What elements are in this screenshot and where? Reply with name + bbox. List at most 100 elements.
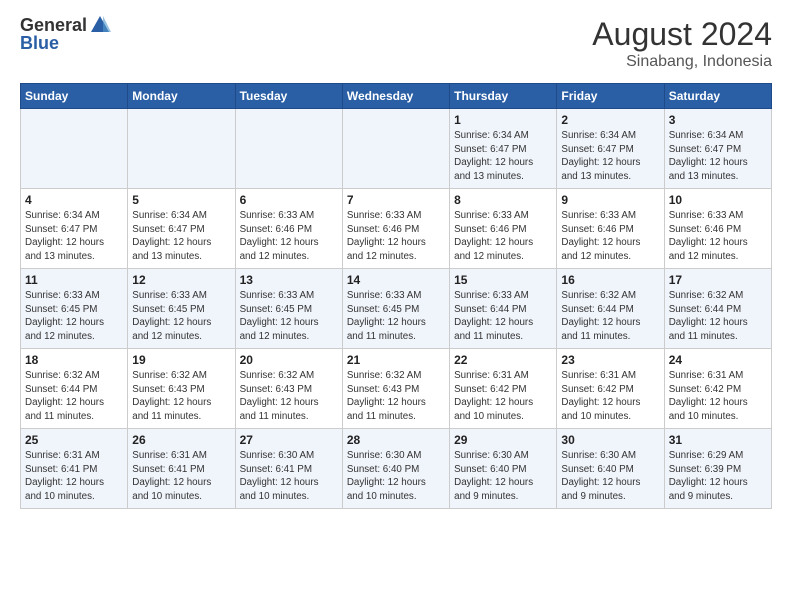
day-number: 28 bbox=[347, 433, 445, 447]
day-number: 9 bbox=[561, 193, 659, 207]
day-info: Sunrise: 6:33 AM Sunset: 6:46 PM Dayligh… bbox=[454, 209, 552, 264]
title-block: August 2024 Sinabang, Indonesia bbox=[592, 16, 772, 71]
day-info: Sunrise: 6:33 AM Sunset: 6:44 PM Dayligh… bbox=[454, 289, 552, 344]
calendar-cell: 6 Sunrise: 6:33 AM Sunset: 6:46 PM Daylig… bbox=[235, 189, 342, 269]
day-info: Sunrise: 6:32 AM Sunset: 6:44 PM Dayligh… bbox=[25, 369, 123, 424]
col-tuesday: Tuesday bbox=[235, 84, 342, 109]
day-info: Sunrise: 6:32 AM Sunset: 6:44 PM Dayligh… bbox=[669, 289, 767, 344]
col-thursday: Thursday bbox=[450, 84, 557, 109]
day-number: 11 bbox=[25, 273, 123, 287]
day-number: 29 bbox=[454, 433, 552, 447]
col-saturday: Saturday bbox=[664, 84, 771, 109]
calendar-cell: 24 Sunrise: 6:31 AM Sunset: 6:42 PM Dayli… bbox=[664, 349, 771, 429]
calendar-cell: 30 Sunrise: 6:30 AM Sunset: 6:40 PM Dayli… bbox=[557, 429, 664, 509]
calendar-cell: 11 Sunrise: 6:33 AM Sunset: 6:45 PM Dayli… bbox=[21, 269, 128, 349]
day-info: Sunrise: 6:30 AM Sunset: 6:40 PM Dayligh… bbox=[561, 449, 659, 504]
day-number: 30 bbox=[561, 433, 659, 447]
col-monday: Monday bbox=[128, 84, 235, 109]
day-info: Sunrise: 6:33 AM Sunset: 6:46 PM Dayligh… bbox=[669, 209, 767, 264]
calendar-cell: 29Sunrise: 6:30 AM Sunset: 6:40 PM Dayli… bbox=[450, 429, 557, 509]
calendar-cell: 10Sunrise: 6:33 AM Sunset: 6:46 PM Dayli… bbox=[664, 189, 771, 269]
day-info: Sunrise: 6:31 AM Sunset: 6:41 PM Dayligh… bbox=[25, 449, 123, 504]
day-number: 12 bbox=[132, 273, 230, 287]
location-subtitle: Sinabang, Indonesia bbox=[592, 53, 772, 71]
logo-blue-text: Blue bbox=[20, 34, 111, 54]
col-sunday: Sunday bbox=[21, 84, 128, 109]
day-info: Sunrise: 6:30 AM Sunset: 6:41 PM Dayligh… bbox=[240, 449, 338, 504]
day-number: 2 bbox=[561, 113, 659, 127]
calendar-cell: 28 Sunrise: 6:30 AM Sunset: 6:40 PM Dayli… bbox=[342, 429, 449, 509]
day-info: Sunrise: 6:33 AM Sunset: 6:46 PM Dayligh… bbox=[561, 209, 659, 264]
calendar-cell: 16Sunrise: 6:32 AM Sunset: 6:44 PM Dayli… bbox=[557, 269, 664, 349]
calendar-cell: 9 Sunrise: 6:33 AM Sunset: 6:46 PM Daylig… bbox=[557, 189, 664, 269]
day-number: 23 bbox=[561, 353, 659, 367]
calendar-cell: 1 Sunrise: 6:34 AM Sunset: 6:47 PM Daylig… bbox=[450, 109, 557, 189]
calendar-week-3: 11 Sunrise: 6:33 AM Sunset: 6:45 PM Dayli… bbox=[21, 269, 772, 349]
calendar-cell: 27 Sunrise: 6:30 AM Sunset: 6:41 PM Dayli… bbox=[235, 429, 342, 509]
day-number: 21 bbox=[347, 353, 445, 367]
day-number: 18 bbox=[25, 353, 123, 367]
day-number: 24 bbox=[669, 353, 767, 367]
day-number: 14 bbox=[347, 273, 445, 287]
logo: General Blue bbox=[20, 16, 111, 54]
day-info: Sunrise: 6:33 AM Sunset: 6:45 PM Dayligh… bbox=[132, 289, 230, 344]
calendar-cell: 8 Sunrise: 6:33 AM Sunset: 6:46 PM Daylig… bbox=[450, 189, 557, 269]
day-number: 19 bbox=[132, 353, 230, 367]
day-number: 27 bbox=[240, 433, 338, 447]
calendar-cell: 22 Sunrise: 6:31 AM Sunset: 6:42 PM Dayli… bbox=[450, 349, 557, 429]
day-info: Sunrise: 6:30 AM Sunset: 6:40 PM Dayligh… bbox=[347, 449, 445, 504]
day-number: 6 bbox=[240, 193, 338, 207]
day-info: Sunrise: 6:34 AM Sunset: 6:47 PM Dayligh… bbox=[132, 209, 230, 264]
calendar-cell: 17 Sunrise: 6:32 AM Sunset: 6:44 PM Dayli… bbox=[664, 269, 771, 349]
day-info: Sunrise: 6:33 AM Sunset: 6:45 PM Dayligh… bbox=[25, 289, 123, 344]
calendar-cell: 7Sunrise: 6:33 AM Sunset: 6:46 PM Daylig… bbox=[342, 189, 449, 269]
calendar-cell: 3Sunrise: 6:34 AM Sunset: 6:47 PM Daylig… bbox=[664, 109, 771, 189]
calendar-cell: 23 Sunrise: 6:31 AM Sunset: 6:42 PM Dayli… bbox=[557, 349, 664, 429]
calendar-week-4: 18 Sunrise: 6:32 AM Sunset: 6:44 PM Dayli… bbox=[21, 349, 772, 429]
header-row: Sunday Monday Tuesday Wednesday Thursday… bbox=[21, 84, 772, 109]
col-friday: Friday bbox=[557, 84, 664, 109]
day-number: 26 bbox=[132, 433, 230, 447]
calendar-cell: 19Sunrise: 6:32 AM Sunset: 6:43 PM Dayli… bbox=[128, 349, 235, 429]
day-info: Sunrise: 6:32 AM Sunset: 6:44 PM Dayligh… bbox=[561, 289, 659, 344]
col-wednesday: Wednesday bbox=[342, 84, 449, 109]
calendar-week-5: 25Sunrise: 6:31 AM Sunset: 6:41 PM Dayli… bbox=[21, 429, 772, 509]
calendar-cell: 5Sunrise: 6:34 AM Sunset: 6:47 PM Daylig… bbox=[128, 189, 235, 269]
page-header: General Blue August 2024 Sinabang, Indon… bbox=[20, 16, 772, 71]
day-number: 31 bbox=[669, 433, 767, 447]
calendar-body: 1 Sunrise: 6:34 AM Sunset: 6:47 PM Daylig… bbox=[21, 109, 772, 509]
day-info: Sunrise: 6:32 AM Sunset: 6:43 PM Dayligh… bbox=[347, 369, 445, 424]
day-number: 17 bbox=[669, 273, 767, 287]
calendar-table: Sunday Monday Tuesday Wednesday Thursday… bbox=[20, 83, 772, 509]
day-number: 7 bbox=[347, 193, 445, 207]
calendar-cell: 15Sunrise: 6:33 AM Sunset: 6:44 PM Dayli… bbox=[450, 269, 557, 349]
page-container: General Blue August 2024 Sinabang, Indon… bbox=[0, 0, 792, 519]
day-info: Sunrise: 6:33 AM Sunset: 6:46 PM Dayligh… bbox=[240, 209, 338, 264]
calendar-cell: 4 Sunrise: 6:34 AM Sunset: 6:47 PM Daylig… bbox=[21, 189, 128, 269]
day-number: 13 bbox=[240, 273, 338, 287]
day-info: Sunrise: 6:31 AM Sunset: 6:42 PM Dayligh… bbox=[454, 369, 552, 424]
day-info: Sunrise: 6:34 AM Sunset: 6:47 PM Dayligh… bbox=[454, 129, 552, 184]
day-number: 22 bbox=[454, 353, 552, 367]
logo-icon bbox=[89, 14, 111, 36]
calendar-cell: 14 Sunrise: 6:33 AM Sunset: 6:45 PM Dayli… bbox=[342, 269, 449, 349]
month-year-title: August 2024 bbox=[592, 16, 772, 53]
day-info: Sunrise: 6:34 AM Sunset: 6:47 PM Dayligh… bbox=[561, 129, 659, 184]
calendar-cell: 13Sunrise: 6:33 AM Sunset: 6:45 PM Dayli… bbox=[235, 269, 342, 349]
day-number: 20 bbox=[240, 353, 338, 367]
day-info: Sunrise: 6:34 AM Sunset: 6:47 PM Dayligh… bbox=[25, 209, 123, 264]
calendar-cell: 25Sunrise: 6:31 AM Sunset: 6:41 PM Dayli… bbox=[21, 429, 128, 509]
calendar-header: Sunday Monday Tuesday Wednesday Thursday… bbox=[21, 84, 772, 109]
calendar-cell: 31 Sunrise: 6:29 AM Sunset: 6:39 PM Dayli… bbox=[664, 429, 771, 509]
day-number: 8 bbox=[454, 193, 552, 207]
day-number: 1 bbox=[454, 113, 552, 127]
day-info: Sunrise: 6:32 AM Sunset: 6:43 PM Dayligh… bbox=[240, 369, 338, 424]
day-number: 4 bbox=[25, 193, 123, 207]
calendar-cell: 21 Sunrise: 6:32 AM Sunset: 6:43 PM Dayli… bbox=[342, 349, 449, 429]
day-info: Sunrise: 6:33 AM Sunset: 6:45 PM Dayligh… bbox=[347, 289, 445, 344]
day-info: Sunrise: 6:31 AM Sunset: 6:42 PM Dayligh… bbox=[669, 369, 767, 424]
day-info: Sunrise: 6:31 AM Sunset: 6:41 PM Dayligh… bbox=[132, 449, 230, 504]
day-info: Sunrise: 6:29 AM Sunset: 6:39 PM Dayligh… bbox=[669, 449, 767, 504]
calendar-cell bbox=[235, 109, 342, 189]
day-info: Sunrise: 6:31 AM Sunset: 6:42 PM Dayligh… bbox=[561, 369, 659, 424]
